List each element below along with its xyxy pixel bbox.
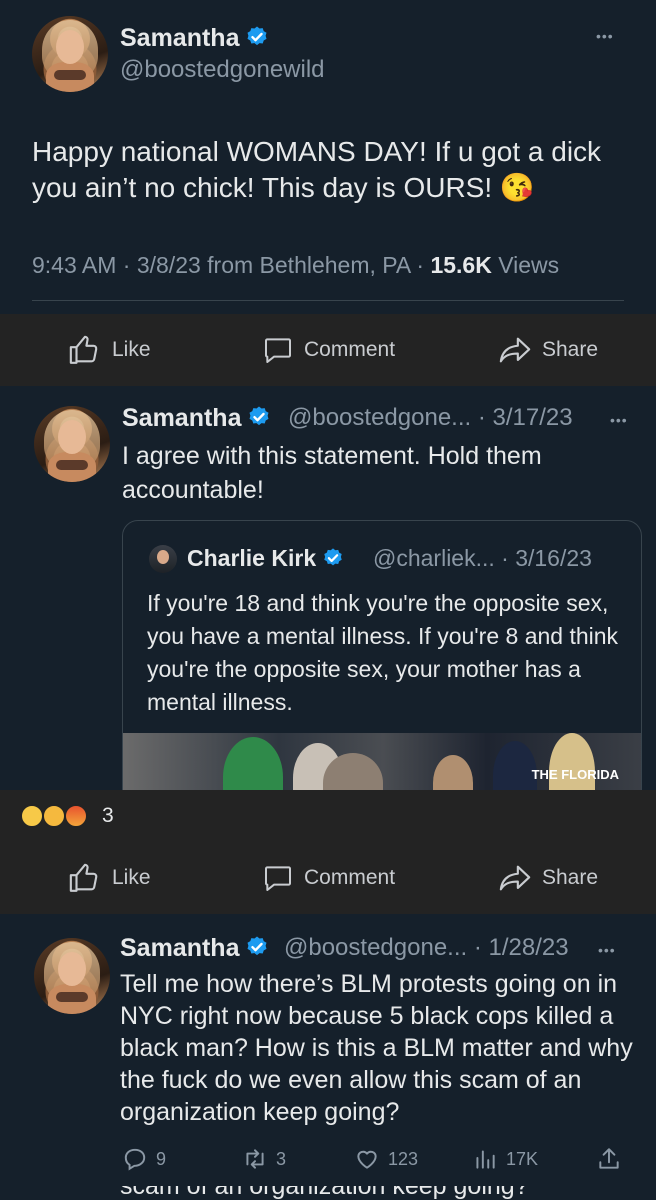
tweet-timestamp-location: 9:43 AM · 3/8/23 from Bethlehem, PA · — [32, 252, 431, 278]
views-label: Views — [491, 252, 560, 278]
media-logo: THE FLORIDA — [531, 767, 619, 782]
comment-button[interactable]: Comment — [262, 314, 395, 386]
quoted-username-date: @charliek... · 3/16/23 — [373, 545, 592, 571]
like-button[interactable]: Like — [68, 842, 151, 914]
action-bar: Like Comment Share — [0, 842, 656, 914]
like-label: Like — [112, 866, 151, 889]
cutoff-text-row: scam of an organization keep going? — [0, 1186, 656, 1200]
comment-icon — [265, 338, 291, 363]
display-name[interactable]: Samantha — [122, 404, 271, 436]
share-upload-icon — [599, 1148, 619, 1169]
like-label: Like — [112, 338, 151, 361]
cutoff-text: scam of an organization keep going? — [120, 1186, 529, 1200]
tweet-text: Happy national WOMANS DAY! If u got a di… — [32, 136, 602, 203]
avatar[interactable] — [34, 406, 110, 482]
retweet-icon — [246, 1149, 264, 1169]
display-name[interactable]: Samantha — [120, 934, 269, 966]
like-button[interactable]: 123 — [354, 1146, 418, 1172]
tweet-text-line: accountable! — [122, 476, 264, 504]
avatar[interactable] — [34, 938, 110, 1014]
share-arrow-icon — [499, 337, 531, 363]
tweet-meta: 9:43 AM · 3/8/23 from Bethlehem, PA · 15… — [32, 252, 559, 279]
tweet-text-line: I agree with this statement. Hold them — [122, 442, 542, 470]
share-arrow-icon — [499, 865, 531, 891]
comment-icon — [265, 866, 291, 891]
views-count: 15.6K — [430, 252, 492, 278]
quoted-avatar — [149, 545, 177, 573]
username-date[interactable]: @boostedgone... · 1/28/23 — [284, 934, 569, 962]
share-label: Share — [542, 866, 599, 889]
views-button[interactable]: 17K — [472, 1146, 538, 1172]
quoted-tweet-text: If you're 18 and think you're the opposi… — [147, 590, 619, 715]
reaction-count: 3 — [102, 804, 114, 827]
quoted-name-text: Charlie Kirk — [187, 545, 317, 571]
verified-badge-icon — [245, 935, 269, 966]
thumbs-up-icon — [69, 335, 98, 364]
display-name-text: Samantha — [122, 404, 242, 432]
reply-button[interactable]: 9 — [122, 1146, 166, 1172]
reaction-wow-icon — [20, 804, 44, 828]
retweet-button[interactable]: 3 — [242, 1146, 286, 1172]
verified-badge-icon — [322, 547, 344, 575]
verified-badge-icon — [245, 25, 269, 56]
comment-button[interactable]: Comment — [262, 842, 395, 914]
reply-count: 9 — [156, 1148, 167, 1169]
share-button[interactable]: Share — [498, 842, 598, 914]
quoted-display-name: Charlie Kirk — [187, 545, 344, 575]
reaction-angry-icon — [64, 804, 88, 828]
reply-icon — [124, 1148, 146, 1171]
reaction-sad-icon — [42, 804, 66, 828]
views-bar-chart-icon — [476, 1150, 495, 1169]
share-button[interactable] — [596, 1146, 622, 1172]
share-button[interactable]: Share — [498, 314, 598, 386]
quoted-tweet[interactable]: Charlie Kirk @charliek... · 3/16/23 If y… — [122, 520, 642, 810]
display-name-text: Samantha — [120, 24, 240, 52]
thumbs-up-icon — [69, 863, 98, 892]
like-count: 123 — [388, 1148, 419, 1169]
avatar[interactable] — [32, 16, 108, 92]
share-label: Share — [542, 338, 599, 361]
comment-label: Comment — [304, 338, 396, 361]
more-options-icon[interactable]: ••• — [610, 412, 628, 428]
retweet-count: 3 — [276, 1148, 287, 1169]
username-date[interactable]: @boostedgone... · 3/17/23 — [288, 404, 573, 432]
heart-icon — [357, 1150, 377, 1169]
like-button[interactable]: Like — [68, 314, 151, 386]
comment-label: Comment — [304, 866, 396, 889]
views-count: 17K — [506, 1148, 539, 1169]
divider — [32, 300, 624, 301]
username[interactable]: @boostedgonewild — [120, 56, 325, 84]
display-name[interactable]: Samantha — [120, 24, 269, 56]
tweet-text: Tell me how there’s BLM protests going o… — [120, 970, 633, 1126]
more-options-icon[interactable]: ••• — [596, 28, 614, 44]
display-name-text: Samantha — [120, 934, 240, 962]
more-options-icon[interactable]: ••• — [598, 942, 616, 958]
verified-badge-icon — [247, 405, 271, 436]
action-bar: Like Comment Share — [0, 314, 656, 386]
